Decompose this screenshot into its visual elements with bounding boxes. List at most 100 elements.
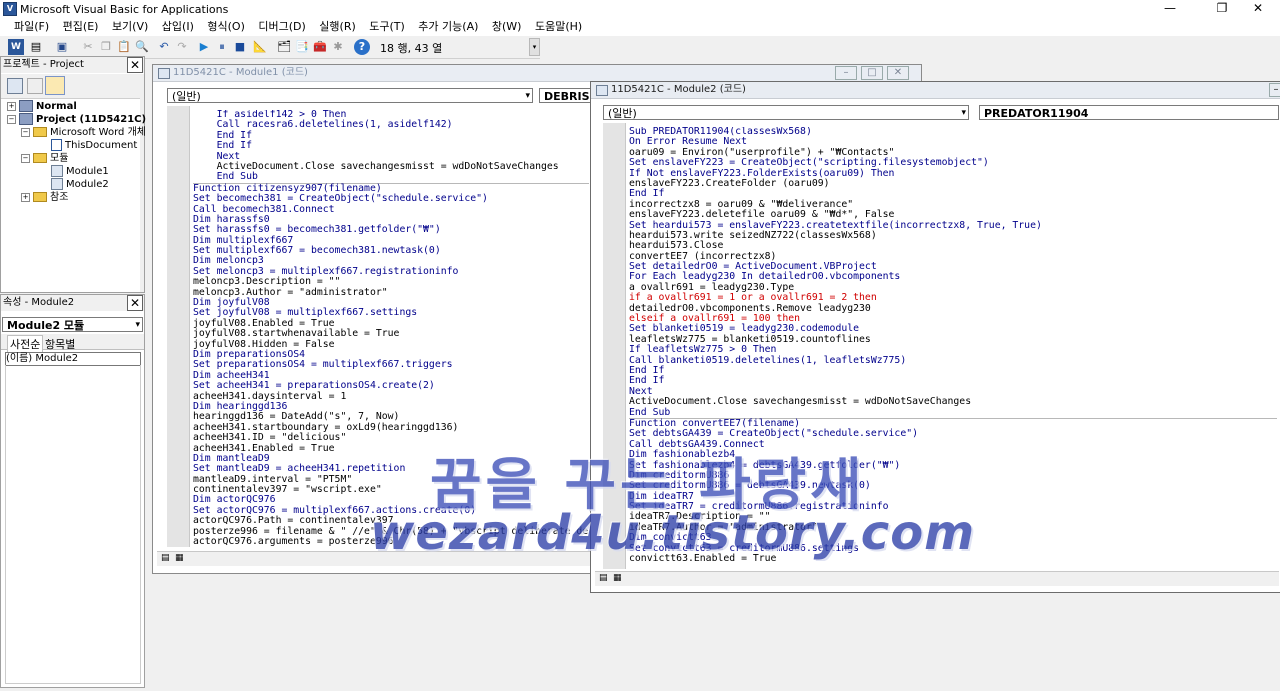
- module-icon: [51, 165, 63, 177]
- project-scrollbar[interactable]: [140, 74, 144, 292]
- code-line[interactable]: ideaTR7.Author = "administrator": [629, 522, 1277, 533]
- object-browser-icon[interactable]: 🧰: [312, 39, 328, 55]
- project-icon: [19, 100, 33, 112]
- title-bar: V Microsoft Visual Basic for Application…: [0, 0, 1280, 18]
- tree-project[interactable]: − Project (11D5421C): [7, 113, 146, 126]
- code-line[interactable]: convictt63.Enabled = True: [629, 553, 1277, 564]
- code-line[interactable]: Dim fashionablezb4: [629, 449, 1277, 460]
- paste-icon[interactable]: 📋: [116, 39, 132, 55]
- run-icon[interactable]: ▶: [196, 39, 212, 55]
- module1-code-area[interactable]: If asidelf142 > 0 Then Call racesra6.del…: [193, 110, 589, 547]
- menu-run[interactable]: 실행(R): [314, 18, 360, 36]
- code-line[interactable]: End If: [193, 130, 589, 141]
- code-line[interactable]: Call blanketi0519.deletelines(1, leaflet…: [629, 355, 1277, 366]
- menu-addins[interactable]: 추가 기능(A): [413, 18, 483, 36]
- code-line[interactable]: End If: [193, 140, 589, 151]
- tree-normal[interactable]: + Normal: [7, 100, 77, 113]
- collapse-project-icon[interactable]: −: [7, 114, 16, 124]
- properties-close-icon[interactable]: ✕: [127, 295, 143, 311]
- module2-object-select[interactable]: (일반) ▾: [603, 105, 969, 120]
- redo-icon[interactable]: ↷: [174, 39, 190, 55]
- module2-code-area[interactable]: Sub PREDATOR11904(classesWx568) On Error …: [629, 127, 1277, 569]
- find-icon[interactable]: 🔍: [134, 39, 150, 55]
- tree-thisdocument[interactable]: ThisDocument: [51, 139, 137, 152]
- code-line[interactable]: End If: [629, 375, 1277, 386]
- undo-icon[interactable]: ↶: [156, 39, 172, 55]
- properties-window-icon[interactable]: 📑: [294, 39, 310, 55]
- code-line[interactable]: ActiveDocument.Close savechangesmisst = …: [629, 396, 1277, 407]
- module1-minimize-button[interactable]: –: [835, 66, 857, 80]
- toolbar-options-icon[interactable]: ▾: [529, 38, 540, 56]
- project-panel-toolbar: [1, 74, 144, 99]
- tree-module1[interactable]: Module1: [51, 165, 109, 178]
- code-line[interactable]: Call racesra6.deletelines(1, asidelf142): [193, 119, 589, 130]
- property-name-row[interactable]: (이름) Module2: [5, 352, 141, 366]
- code-line[interactable]: End Sub: [629, 407, 1277, 418]
- menu-insert[interactable]: 삽입(I): [157, 18, 199, 36]
- module1-object-select[interactable]: (일반) ▾: [167, 88, 533, 103]
- procedure-view-icon[interactable]: ▤: [599, 573, 608, 583]
- close-button[interactable]: ✕: [1236, 0, 1280, 18]
- module1-title-bar: 11D5421C - Module1 (코드) – □ ✕: [153, 65, 921, 82]
- code-line[interactable]: Set becomech381 = CreateObject("schedule…: [193, 193, 589, 204]
- procedure-view-icon[interactable]: ▤: [161, 553, 170, 563]
- menu-help[interactable]: 도움말(H): [530, 18, 587, 36]
- code-line[interactable]: enslaveFY223.CreateFolder (oaru09): [629, 178, 1277, 189]
- menu-file[interactable]: 파일(F): [9, 18, 54, 36]
- project-explorer-icon[interactable]: 🗂: [276, 39, 292, 55]
- menu-debug[interactable]: 디버그(D): [253, 18, 310, 36]
- insert-userform-icon[interactable]: ▤: [28, 39, 44, 55]
- menu-bar: 파일(F) 편집(E) 보기(V) 삽입(I) 형식(O) 디버그(D) 실행(…: [0, 18, 1280, 36]
- expand-normal-icon[interactable]: +: [7, 101, 16, 111]
- break-icon[interactable]: ⏸: [214, 39, 230, 55]
- module2-margin: [603, 123, 626, 569]
- design-mode-icon[interactable]: 📐: [252, 39, 268, 55]
- expand-references-icon[interactable]: +: [21, 192, 30, 202]
- menu-window[interactable]: 창(W): [487, 18, 527, 36]
- module2-hscroll[interactable]: ▤ ▦: [595, 571, 1279, 586]
- collapse-word-objects-icon[interactable]: −: [21, 127, 30, 137]
- code-line[interactable]: End If: [629, 365, 1277, 376]
- code-line[interactable]: acheeH341.ID = "delicious": [193, 432, 589, 443]
- menu-tools[interactable]: 도구(T): [364, 18, 410, 36]
- module1-hscroll[interactable]: ▤ ▦: [157, 551, 591, 566]
- code-line[interactable]: Set enslaveFY223 = CreateObject("scripti…: [629, 157, 1277, 168]
- view-object-icon[interactable]: [27, 78, 43, 94]
- menu-format[interactable]: 형식(O): [202, 18, 249, 36]
- minimize-button[interactable]: —: [1148, 0, 1192, 18]
- copy-icon[interactable]: ❐: [98, 39, 114, 55]
- view-code-icon[interactable]: [7, 78, 23, 94]
- properties-object-select[interactable]: Module2 모듈 ▾: [2, 317, 143, 332]
- save-icon[interactable]: ▣: [54, 39, 70, 55]
- tab-alphabetic[interactable]: 사전순: [7, 335, 44, 352]
- module2-minimize-button[interactable]: –: [1269, 83, 1280, 97]
- code-line[interactable]: actorQC976.arguments = posterze996: [193, 536, 589, 547]
- module1-close-button[interactable]: ✕: [887, 66, 909, 80]
- menu-edit[interactable]: 편집(E): [58, 18, 104, 36]
- reset-icon[interactable]: ■: [232, 39, 248, 55]
- tree-modules[interactable]: − 모듈: [21, 152, 68, 165]
- code-line[interactable]: Set acheeH341 = preparationsOS4.create(2…: [193, 380, 589, 391]
- properties-tabs: 사전순 항목별: [1, 334, 144, 352]
- toolbox-icon[interactable]: ✱: [330, 39, 346, 55]
- code-line[interactable]: Set creditormU886 = debtsGA439.newtask(0…: [629, 480, 1277, 491]
- code-line[interactable]: End Sub: [193, 171, 589, 182]
- collapse-modules-icon[interactable]: −: [21, 153, 30, 163]
- module2-procedure-select[interactable]: PREDATOR11904: [979, 105, 1279, 120]
- tree-word-objects[interactable]: − Microsoft Word 개체: [21, 126, 146, 139]
- full-module-view-icon[interactable]: ▦: [613, 573, 622, 583]
- help-icon[interactable]: ?: [354, 39, 370, 55]
- tab-categorized[interactable]: 항목별: [45, 336, 75, 352]
- tree-references[interactable]: + 참조: [21, 191, 68, 204]
- tree-module2[interactable]: Module2: [51, 178, 109, 191]
- toggle-folders-icon[interactable]: [45, 76, 65, 95]
- project-panel-close-icon[interactable]: ✕: [127, 57, 143, 73]
- full-module-view-icon[interactable]: ▦: [175, 553, 184, 563]
- code-line[interactable]: enslaveFY223.deletefile oaru09 & "₩d*", …: [629, 209, 1277, 220]
- cut-icon[interactable]: ✂: [80, 39, 96, 55]
- code-line[interactable]: heardui573.write seizedNZ722(classesWx56…: [629, 230, 1277, 241]
- word-view-icon[interactable]: W: [8, 39, 24, 55]
- module1-maximize-button[interactable]: □: [861, 66, 883, 80]
- chevron-down-icon: ▾: [135, 320, 140, 330]
- menu-view[interactable]: 보기(V): [107, 18, 153, 36]
